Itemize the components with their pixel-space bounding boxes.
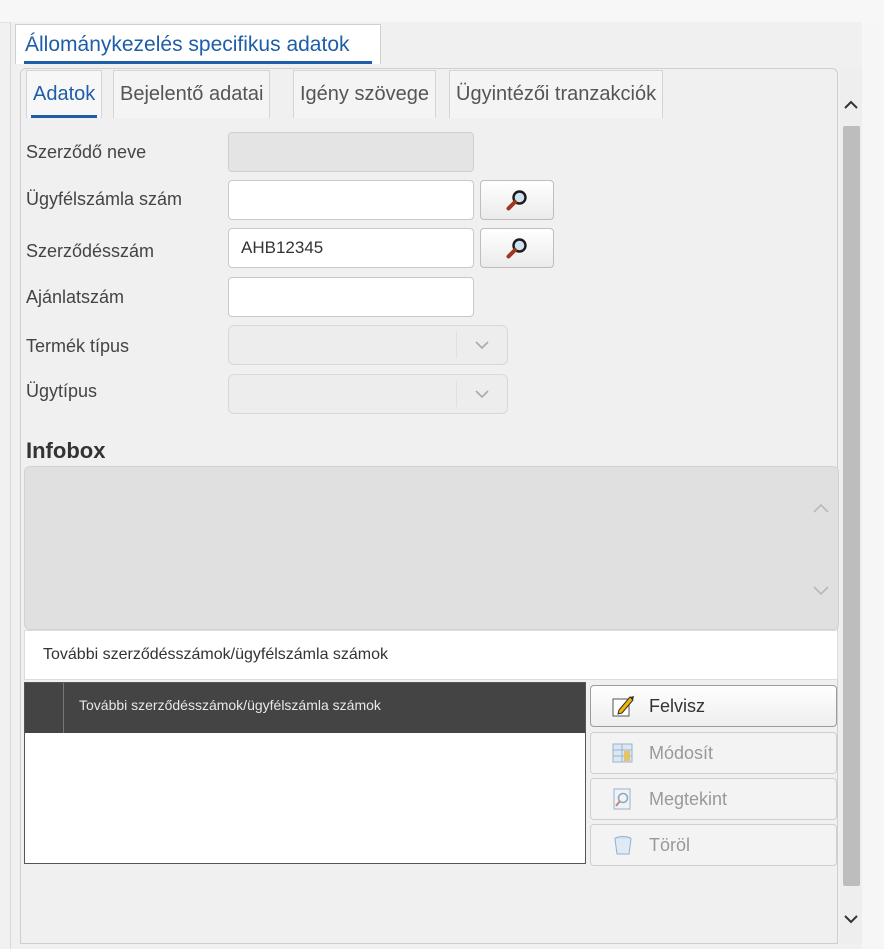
tab-bejelento-adatai[interactable]: Bejelentő adatai: [113, 70, 271, 118]
modify-button-label: Módosít: [649, 742, 714, 763]
view-document-icon: [611, 787, 635, 811]
contract-number-label: Szerződésszám: [26, 241, 155, 261]
tab-label: Ügyintézői tranzakciók: [456, 83, 657, 105]
client-account-label: Ügyfélszámla szám: [26, 189, 183, 209]
magnifier-icon: [506, 238, 527, 259]
client-account-field[interactable]: [228, 180, 474, 220]
case-type-label: Ügytípus: [26, 381, 98, 401]
scrollbar-thumb[interactable]: [843, 126, 860, 886]
grid-column-header[interactable]: További szerződésszámok/ügyfélszámla szá…: [79, 697, 381, 713]
chevron-down-icon[interactable]: [457, 326, 507, 364]
infobox-textarea[interactable]: [24, 466, 839, 630]
chevron-up-icon[interactable]: [810, 497, 832, 519]
contract-name-field: [228, 132, 474, 172]
product-type-select[interactable]: [228, 325, 508, 365]
case-type-select[interactable]: [228, 374, 508, 414]
view-button[interactable]: Megtekint: [590, 778, 837, 820]
tab-label: Állománykezelés specifikus adatok: [25, 32, 350, 56]
top-bar: [0, 0, 884, 23]
chevron-down-icon[interactable]: [457, 375, 507, 413]
grid-select-column[interactable]: [25, 683, 64, 733]
product-type-label: Termék típus: [26, 336, 130, 356]
chevron-down-icon[interactable]: [810, 580, 832, 602]
infobox-title: Infobox: [26, 438, 106, 463]
add-button-label: Felvisz: [649, 695, 706, 716]
offer-number-label: Ajánlatszám: [26, 287, 125, 307]
edit-grid-icon: [611, 741, 635, 765]
more-numbers-header: További szerződésszámok/ügyfélszámla szá…: [24, 630, 838, 680]
add-button[interactable]: Felvisz: [590, 685, 837, 727]
tab-label: Bejelentő adatai: [120, 83, 264, 105]
trash-icon: [611, 833, 635, 857]
tab-ugyintezoi-tranzakciok[interactable]: Ügyintézői tranzakciók: [449, 70, 664, 118]
tab-igeny-szovege[interactable]: Igény szövege: [293, 70, 436, 118]
contract-number-field[interactable]: AHB12345: [228, 228, 474, 268]
view-button-label: Megtekint: [649, 788, 728, 809]
tab-allomanykezeles[interactable]: Állománykezelés specifikus adatok: [15, 24, 381, 64]
contract-number-search-button[interactable]: [480, 228, 554, 268]
tab-label: Adatok: [33, 83, 96, 105]
scroll-down-icon[interactable]: [840, 908, 862, 930]
vertical-scrollbar[interactable]: [840, 68, 862, 944]
more-numbers-title: További szerződésszámok/ügyfélszámla szá…: [43, 646, 389, 663]
offer-number-field[interactable]: [228, 277, 474, 317]
right-strip: [862, 22, 884, 949]
modify-button[interactable]: Módosít: [590, 732, 837, 774]
delete-button-label: Töröl: [649, 834, 691, 855]
grid-header: További szerződésszámok/ügyfélszámla szá…: [25, 683, 585, 733]
tab-adatok[interactable]: Adatok: [26, 70, 103, 118]
pencil-icon: [611, 694, 635, 718]
client-account-search-button[interactable]: [480, 180, 554, 220]
magnifier-icon: [506, 190, 527, 211]
tab-label: Igény szövege: [300, 83, 429, 105]
more-numbers-grid[interactable]: További szerződésszámok/ügyfélszámla szá…: [24, 682, 586, 864]
contract-name-label: Szerződő neve: [26, 142, 147, 162]
scroll-up-icon[interactable]: [840, 94, 862, 116]
delete-button[interactable]: Töröl: [590, 824, 837, 866]
